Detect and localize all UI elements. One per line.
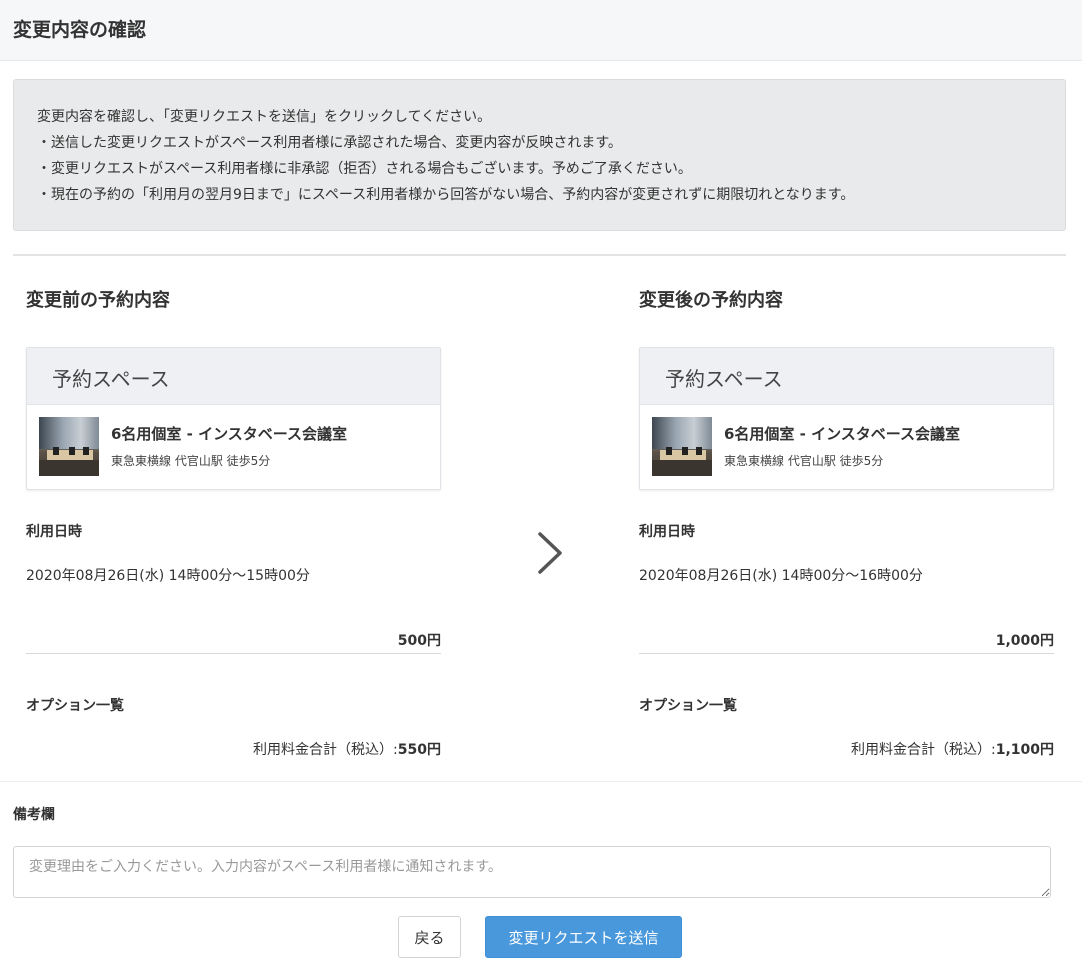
space-card-heading: 予約スペース: [640, 348, 1053, 405]
after-title: 変更後の予約内容: [639, 290, 783, 311]
space-access: 東急東横線 代官山駅 徒歩5分: [111, 454, 271, 468]
page-header: 変更内容の確認: [0, 0, 1082, 61]
notice-line: ・変更リクエストがスペース利用者様に非承認（拒否）される場合もございます。予めご…: [37, 161, 692, 177]
space-name[interactable]: 6名用個室 - インスタベース会議室: [111, 423, 347, 444]
notice-line: ・送信した変更リクエストがスペース利用者様に承認された場合、変更内容が反映されま…: [37, 135, 622, 151]
options-label: オプション一覧: [26, 698, 124, 714]
page-title: 変更内容の確認: [13, 19, 147, 41]
notice-line: 変更内容を確認し、「変更リクエストを送信」をクリックしてください。: [37, 109, 492, 125]
chevron-right-icon: [538, 532, 562, 574]
datetime-label: 利用日時: [639, 524, 695, 540]
space-thumbnail: [39, 417, 99, 476]
total-label: 利用料金合計（税込）:: [253, 742, 398, 758]
options-label: オプション一覧: [639, 698, 737, 714]
remarks-label: 備考欄: [13, 807, 55, 823]
space-card: 予約スペース 6名用個室 - インスタベース会議室 東急東横線 代官山駅 徒歩5…: [639, 347, 1054, 490]
notice-line: ・現在の予約の「利用月の翌月9日まで」にスペース利用者様から回答がない場合、予約…: [37, 187, 855, 203]
space-access: 東急東横線 代官山駅 徒歩5分: [724, 454, 884, 468]
after-reservation: 変更後の予約内容 予約スペース 6名用個室 - インスタベース会議室 東急東横線…: [639, 280, 1054, 758]
space-card: 予約スペース 6名用個室 - インスタベース会議室 東急東横線 代官山駅 徒歩5…: [26, 347, 441, 490]
datetime-label: 利用日時: [26, 524, 82, 540]
total-value: 1,100円: [995, 742, 1054, 758]
total: 利用料金合計（税込）:550円: [26, 739, 441, 759]
datetime-value: 2020年08月26日(水) 14時00分〜15時00分: [26, 568, 310, 584]
submit-change-request-button[interactable]: 変更リクエストを送信: [485, 916, 682, 958]
before-reservation: 変更前の予約内容 予約スペース 6名用個室 - インスタベース会議室 東急東横線…: [26, 280, 441, 758]
before-title: 変更前の予約内容: [26, 290, 170, 311]
datetime-value: 2020年08月26日(水) 14時00分〜16時00分: [639, 568, 923, 584]
space-thumbnail: [652, 417, 712, 476]
section-divider: [0, 781, 1082, 782]
notice-box: 変更内容を確認し、「変更リクエストを送信」をクリックしてください。 ・送信した変…: [13, 79, 1066, 231]
back-button[interactable]: 戻る: [398, 916, 461, 958]
section-divider: [13, 254, 1066, 256]
total: 利用料金合計（税込）:1,100円: [639, 739, 1054, 759]
total-label: 利用料金合計（税込）:: [850, 742, 996, 758]
space-card-body: 6名用個室 - インスタベース会議室 東急東横線 代官山駅 徒歩5分: [640, 405, 1053, 490]
space-card-body: 6名用個室 - インスタベース会議室 東急東横線 代官山駅 徒歩5分: [27, 405, 440, 490]
price: 1,000円: [639, 620, 1054, 654]
price: 500円: [26, 620, 441, 654]
remarks-input[interactable]: [13, 846, 1051, 898]
space-card-heading: 予約スペース: [27, 348, 440, 405]
total-value: 550円: [397, 742, 441, 758]
space-name[interactable]: 6名用個室 - インスタベース会議室: [724, 423, 960, 444]
